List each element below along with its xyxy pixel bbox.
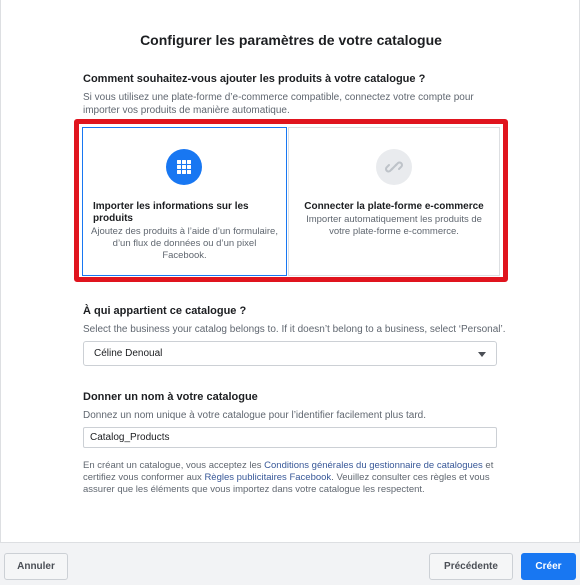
owner-select-value: Céline Denoual	[94, 348, 163, 359]
create-button[interactable]: Créer	[521, 553, 576, 580]
owner-helper: Select the business your catalog belongs…	[83, 324, 506, 335]
name-heading: Donner un nom à votre catalogue	[83, 391, 258, 403]
option-connect-title: Connecter la plate-forme e-commerce	[304, 201, 484, 212]
footer-divider	[0, 542, 580, 543]
page-title: Configurer les paramètres de votre catal…	[140, 32, 442, 48]
name-helper: Donnez un nom unique à votre catalogue p…	[83, 410, 426, 421]
previous-button[interactable]: Précédente	[429, 553, 513, 580]
option-connect-platform[interactable]: Connecter la plate-forme e-commerce Impo…	[288, 127, 500, 276]
add-products-helper: Si vous utilisez une plate-forme d’e-com…	[83, 91, 503, 117]
option-import-products[interactable]: Importer les informations sur les produi…	[82, 127, 287, 276]
option-highlight-frame: Importer les informations sur les produi…	[74, 119, 508, 282]
caret-down-icon	[478, 352, 486, 357]
owner-heading: À qui appartient ce catalogue ?	[83, 305, 247, 317]
catalog-setup-dialog: Configurer les paramètres de votre catal…	[0, 0, 580, 585]
legal-text: En créant un catalogue, vous acceptez le…	[83, 460, 503, 496]
catalog-name-input[interactable]	[83, 427, 497, 448]
cancel-button[interactable]: Annuler	[4, 553, 68, 580]
add-products-helper-line1: Si vous utilisez une plate-forme d’e-com…	[83, 92, 474, 103]
catalog-terms-link[interactable]: Conditions générales du gestionnaire de …	[264, 460, 483, 471]
legal-text-part1: En créant un catalogue, vous acceptez le…	[83, 460, 265, 471]
option-import-title: Importer les informations sur les produi…	[93, 201, 249, 224]
option-connect-description: Importer automatiquement les produits de…	[306, 214, 482, 237]
grid-icon	[166, 149, 202, 185]
dialog-body: Configurer les paramètres de votre catal…	[0, 0, 580, 542]
link-icon	[376, 149, 412, 185]
ad-policies-link[interactable]: Règles publicitaires Facebook	[204, 472, 331, 483]
owner-select[interactable]: Céline Denoual	[83, 341, 497, 366]
add-products-helper-line2: importer vos produits de manière automat…	[83, 105, 290, 116]
add-products-heading: Comment souhaitez-vous ajouter les produ…	[83, 73, 426, 85]
option-import-description: Ajoutez des produits à l’aide d’un formu…	[91, 226, 278, 261]
